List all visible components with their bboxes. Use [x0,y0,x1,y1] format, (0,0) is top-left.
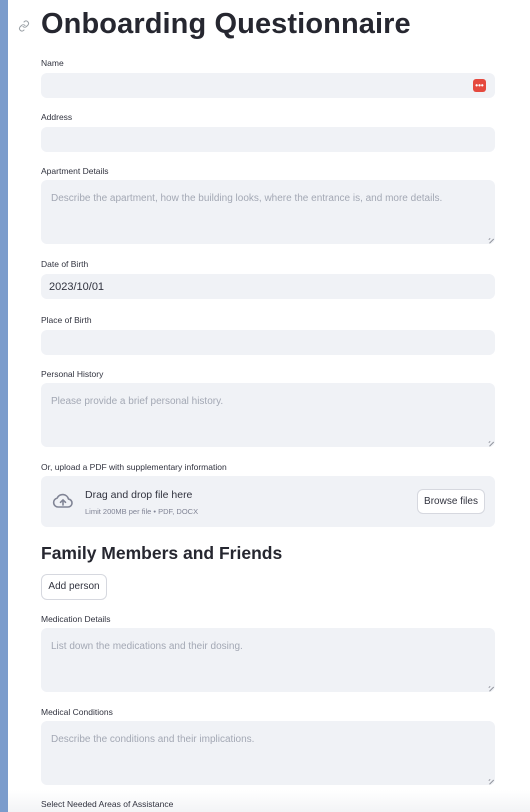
resize-handle-icon[interactable] [484,437,495,447]
address-label: Address [41,112,73,122]
resize-handle-icon[interactable] [484,234,495,244]
dob-label: Date of Birth [41,259,89,269]
medication-textarea[interactable]: List down the medications and their dosi… [41,628,495,692]
questionnaire-page: Onboarding Questionnaire Name ••• Addres… [8,0,530,812]
conditions-textarea[interactable]: Describe the conditions and their implic… [41,721,495,785]
upload-label: Or, upload a PDF with supplementary info… [41,462,227,472]
pob-field[interactable] [41,330,495,355]
medication-placeholder: List down the medications and their dosi… [51,641,243,652]
dob-field[interactable]: 2023/10/01 [41,274,495,299]
resize-handle-icon[interactable] [484,682,495,692]
history-textarea[interactable]: Please provide a brief personal history. [41,383,495,447]
link-icon[interactable] [18,20,32,34]
address-field[interactable] [41,127,495,152]
pob-label: Place of Birth [41,315,92,325]
apartment-textarea[interactable]: Describe the apartment, how the building… [41,180,495,244]
history-label: Personal History [41,369,104,379]
dropzone-title: Drag and drop file here [85,489,193,501]
apartment-label: Apartment Details [41,166,109,176]
file-dropzone[interactable]: Drag and drop file here Limit 200MB per … [41,476,495,527]
conditions-label: Medical Conditions [41,707,113,717]
medication-label: Medication Details [41,614,111,624]
conditions-placeholder: Describe the conditions and their implic… [51,734,255,745]
resize-handle-icon[interactable] [484,775,495,785]
assistance-label: Select Needed Areas of Assistance [41,799,174,809]
name-label: Name [41,58,64,68]
dropzone-limit: Limit 200MB per file • PDF, DOCX [85,507,199,516]
family-heading: Family Members and Friends [41,543,283,563]
add-person-button[interactable]: Add person [41,574,107,600]
history-placeholder: Please provide a brief personal history. [51,396,224,407]
name-field[interactable] [41,73,495,98]
page-title: Onboarding Questionnaire [41,8,411,40]
password-manager-icon[interactable]: ••• [473,79,486,92]
cloud-upload-icon [51,489,75,513]
browse-files-button[interactable]: Browse files [417,489,485,514]
apartment-placeholder: Describe the apartment, how the building… [51,193,443,204]
